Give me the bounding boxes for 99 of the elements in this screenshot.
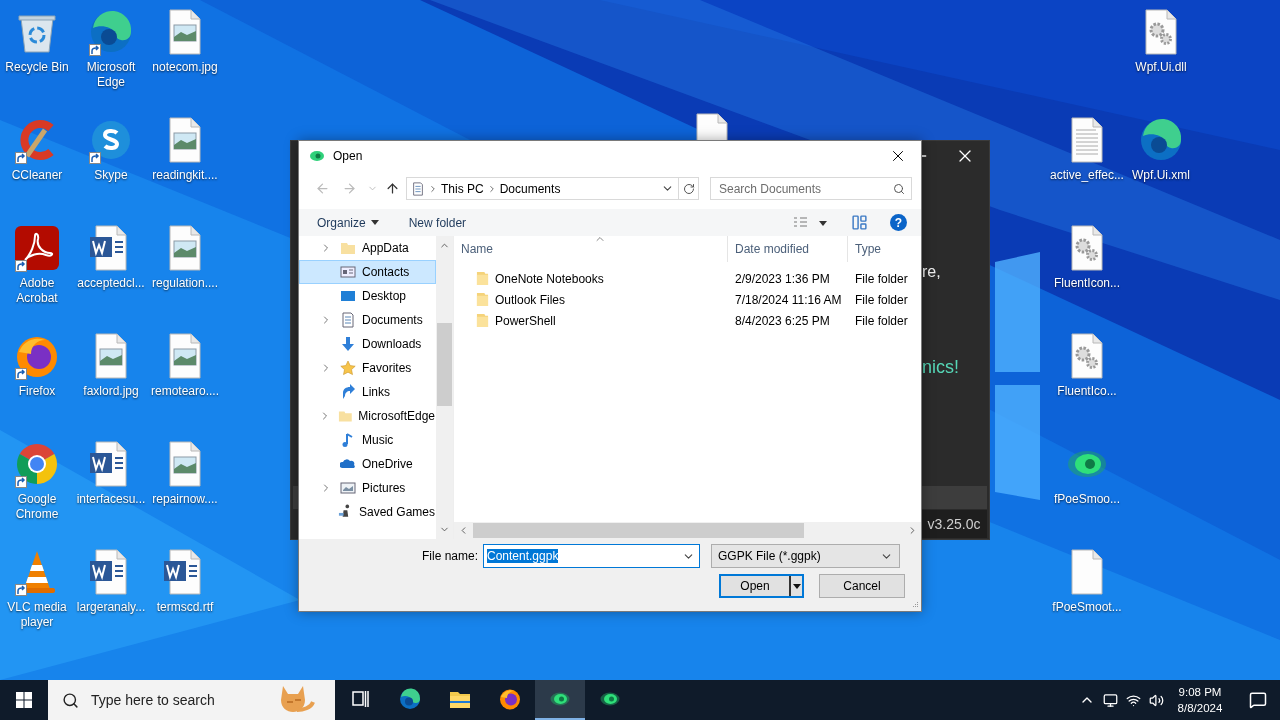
desktop-icon-label[interactable]: FluentIco... <box>1050 384 1124 399</box>
monitor-icon[interactable] <box>1103 692 1118 708</box>
horizontal-scrollbar[interactable] <box>454 522 921 539</box>
type-cell-text: File folder <box>854 313 909 328</box>
desktop-icon-label[interactable]: Microsoft Edge <box>74 60 148 90</box>
nav-item[interactable]: OneDrive <box>299 452 436 476</box>
folder-icon <box>476 292 489 307</box>
nav-item[interactable]: Music <box>299 428 436 452</box>
nav-item[interactable]: Contacts <box>299 260 436 284</box>
wave-logo-icon <box>398 687 422 711</box>
refresh-icon[interactable] <box>682 182 695 195</box>
desktop-icon-label[interactable]: Wpf.Ui.dll <box>1124 60 1198 75</box>
orb-icon <box>309 148 325 164</box>
nav-item[interactable]: MicrosoftEdge <box>299 404 436 428</box>
column-header[interactable]: Name <box>454 236 728 262</box>
nav-item[interactable]: AppData <box>299 236 436 260</box>
monitor-icon <box>340 288 356 304</box>
app-text: re, <box>922 263 942 281</box>
caret-icon[interactable] <box>792 583 801 589</box>
column-header[interactable]: Type <box>848 236 920 262</box>
view-options-icon[interactable] <box>793 215 829 230</box>
search-icon <box>62 691 79 709</box>
fox-logo-icon <box>498 687 522 711</box>
caret-icon[interactable] <box>370 220 379 225</box>
desktop-icon-label[interactable]: CCleaner <box>0 168 74 183</box>
desktop-icon-label[interactable]: remotearo.... <box>148 384 222 399</box>
help-button[interactable]: ? <box>890 214 907 231</box>
scrollbar-thumb[interactable] <box>437 323 452 406</box>
desktop-icon-label[interactable]: acceptedcl... <box>74 276 148 291</box>
file-name[interactable]: Outlook Files <box>495 292 725 307</box>
file-name[interactable]: OneNote Notebooks <box>495 271 725 286</box>
desktop-icon-label[interactable]: Recycle Bin <box>0 60 74 75</box>
picture-frame-icon <box>340 480 356 496</box>
desktop-icon-label[interactable]: Adobe Acrobat <box>0 276 74 306</box>
open-button[interactable]: Open <box>719 574 804 598</box>
clock[interactable]: 9:08 PM 8/8/2024 <box>1172 684 1228 716</box>
desktop-icon-label[interactable]: regulation.... <box>148 276 222 291</box>
star-icon <box>340 360 356 376</box>
search-field[interactable]: Search Documents <box>710 177 912 200</box>
document-icon <box>340 312 356 328</box>
nav-item[interactable]: Favorites <box>299 356 436 380</box>
file-type-dropdown[interactable]: GGPK File (*.ggpk) <box>711 544 900 568</box>
taskbar-search-field[interactable]: Type here to search <box>48 680 335 720</box>
resize-grip-icon[interactable] <box>911 601 919 609</box>
new-folder-button[interactable]: New folder <box>408 213 467 232</box>
folder-icon <box>340 240 356 256</box>
search-icon <box>893 182 905 195</box>
desktop-icon-label[interactable]: fPoeSmoot... <box>1050 600 1124 615</box>
contact-card-icon <box>340 264 356 280</box>
column-header[interactable]: Date modified <box>728 236 848 262</box>
taskbar-app[interactable] <box>535 680 585 720</box>
preview-pane-icon[interactable] <box>851 214 868 231</box>
folder-icon <box>476 271 489 286</box>
desktop-icon-label[interactable]: readingkit.... <box>148 168 222 183</box>
version-label: v3.25.0c <box>921 510 987 538</box>
file-type-value: GGPK File (*.ggpk) <box>718 549 821 563</box>
desktop-icon-label[interactable]: notecom.jpg <box>148 60 222 75</box>
refresh-button[interactable] <box>679 177 699 200</box>
date-cell-text: 8/4/2023 6:25 PM <box>734 313 831 328</box>
desktop-icon-label[interactable]: FluentIcon... <box>1050 276 1124 291</box>
nav-item[interactable]: Pictures <box>299 476 436 500</box>
file-name-label: File name: <box>420 549 479 563</box>
document-icon <box>411 180 425 197</box>
volume-icon[interactable] <box>1149 692 1164 708</box>
desktop-icon-label[interactable]: fPoeSmoo... <box>1050 492 1124 507</box>
document-logo-icon[interactable] <box>13 224 61 272</box>
date-cell-text: 2/9/2023 1:36 PM <box>734 271 831 286</box>
nav-item[interactable]: Downloads <box>299 332 436 356</box>
desktop-icon-label[interactable]: Firefox <box>0 384 74 399</box>
cancel-button[interactable]: Cancel <box>819 574 905 598</box>
nav-item[interactable]: Links <box>299 380 436 404</box>
breadcrumb-item[interactable]: This PC <box>441 181 484 196</box>
folder-icon <box>476 313 489 328</box>
desktop-icon-label[interactable]: faxlord.jpg <box>74 384 148 399</box>
type-cell-text: File folder <box>854 271 909 286</box>
desktop-icon-label[interactable]: Wpf.Ui.xml <box>1124 168 1198 183</box>
file-name-field[interactable]: Content.ggpk <box>483 544 700 568</box>
network-icon[interactable] <box>1126 692 1141 708</box>
nav-item[interactable]: Documents <box>299 308 436 332</box>
breadcrumb-item[interactable]: Documents <box>499 181 561 196</box>
date-cell-text: 7/18/2024 11:16 AM <box>734 292 843 307</box>
app-text: nics! <box>922 357 960 378</box>
organize-menu[interactable]: Organize <box>317 213 379 232</box>
desktop-icon-label[interactable]: active_effec... <box>1050 168 1124 183</box>
address-bar[interactable]: This PC Documents <box>406 177 679 200</box>
download-arrow-icon <box>340 336 356 352</box>
nav-item[interactable]: Saved Games <box>299 500 436 524</box>
desktop-icon-label[interactable]: repairnow.... <box>148 492 222 507</box>
notifications-icon[interactable] <box>1249 691 1267 709</box>
dialog-title: Open <box>333 149 364 163</box>
type-cell-text: File folder <box>854 292 909 307</box>
folder-icon <box>337 408 353 424</box>
desktop-icon-label[interactable]: Skype <box>74 168 148 183</box>
nav-item[interactable]: Desktop <box>299 284 436 308</box>
breadcrumb-chevron-icon[interactable] <box>428 183 438 194</box>
scrollbar-thumb[interactable] <box>473 523 804 538</box>
file-name[interactable]: PowerShell <box>495 313 725 328</box>
link-arrow-icon <box>340 384 356 400</box>
vertical-scrollbar[interactable] <box>436 236 453 539</box>
